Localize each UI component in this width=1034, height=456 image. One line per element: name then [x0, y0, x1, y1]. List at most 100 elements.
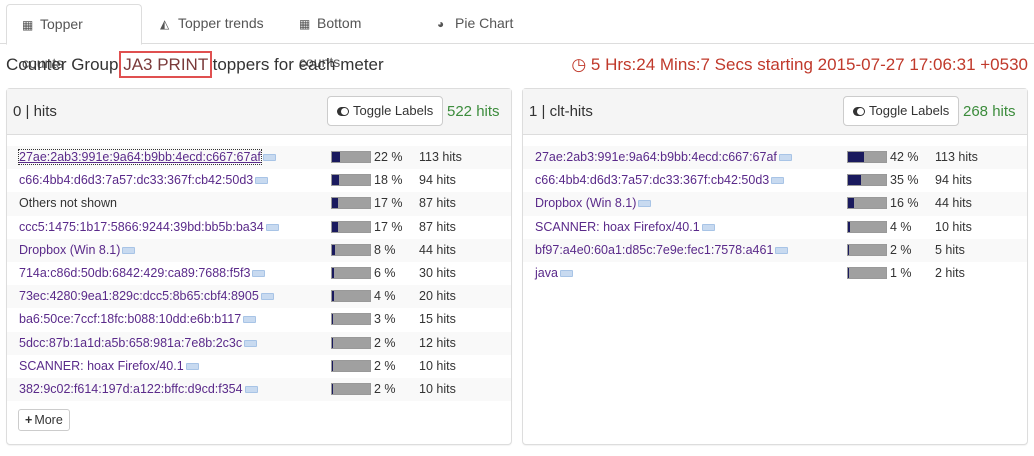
share-bar-fill [332, 314, 334, 325]
topper-row: c66:4bb4:d6d3:7a57:dc33:367f:cb42:50d3 35… [523, 169, 1027, 192]
topper-row: Dropbox (Win 8.1) 16 % 44 hits [523, 192, 1027, 216]
topper-link[interactable]: 714a:c86d:50db:6842:429:ca89:7688:f5f3 [19, 266, 250, 280]
tag-icon[interactable] [779, 154, 792, 161]
share-percent: 18 % [374, 173, 403, 188]
more-label: More [34, 413, 63, 427]
share-percent: 1 % [890, 265, 912, 280]
hit-count: 12 hits [419, 335, 456, 350]
tab-pie-chart[interactable]: ◕ Pie Chart [422, 4, 532, 45]
hit-count: 10 hits [935, 219, 972, 234]
tag-icon[interactable] [775, 246, 788, 254]
meter-panel-clt-hits: 1 | clt-hits Toggle Labels 268 hits 27ae… [522, 88, 1028, 445]
title-row: Counter Group JA3 PRINT toppers for each… [6, 51, 1028, 79]
topper-link[interactable]: 27ae:2ab3:991e:9a64:b9bb:4ecd:c667:67af [535, 150, 777, 164]
topper-label: Others not shown [19, 196, 117, 211]
hit-count: 5 hits [935, 242, 965, 257]
pie-chart-icon: ◕ [437, 17, 445, 31]
topper-link[interactable]: ccc5:1475:1b17:5866:9244:39bd:bb5b:ba34 [19, 220, 264, 234]
share-percent: 2 % [890, 242, 912, 257]
share-bar [847, 174, 887, 187]
tag-icon[interactable] [186, 362, 199, 370]
tag-icon[interactable] [245, 385, 258, 393]
area-chart-icon: ◭ [160, 17, 170, 31]
share-bar [331, 243, 371, 256]
share-percent: 2 % [374, 335, 396, 350]
topper-link[interactable]: c66:4bb4:d6d3:7a57:dc33:367f:cb42:50d3 [19, 173, 253, 187]
tab-topper-trends[interactable]: ◭ Topper trends [145, 4, 281, 45]
title-suffix: toppers for each meter [207, 55, 384, 74]
share-bar [331, 174, 371, 187]
hit-count: 10 hits [419, 381, 456, 396]
hit-count: 87 hits [419, 196, 456, 211]
topper-link[interactable]: c66:4bb4:d6d3:7a57:dc33:367f:cb42:50d3 [535, 173, 769, 187]
share-percent: 4 % [890, 219, 912, 234]
share-bar-fill [332, 152, 341, 162]
tag-icon[interactable] [263, 154, 276, 161]
toggle-labels-button[interactable]: Toggle Labels [843, 96, 960, 126]
share-bar [331, 290, 371, 303]
share-bar-fill [848, 198, 855, 209]
topper-row: SCANNER: hoax Firefox/40.1 4 % 10 hits [523, 216, 1027, 239]
share-bar [847, 243, 887, 256]
table-icon: ▦ [22, 18, 34, 32]
share-bar [331, 382, 371, 395]
tag-icon[interactable] [638, 200, 651, 208]
plus-icon: + [25, 413, 33, 427]
tag-icon[interactable] [252, 269, 265, 277]
hit-count: 2 hits [935, 265, 965, 280]
hit-count: 87 hits [419, 219, 456, 234]
hit-count: 94 hits [935, 173, 972, 188]
timer-text: 5 Hrs:24 Mins:7 Secs starting 2015-07-27… [590, 55, 1028, 74]
topper-link[interactable]: java [535, 266, 558, 280]
share-bar [331, 313, 371, 326]
topper-link[interactable]: SCANNER: hoax Firefox/40.1 [19, 359, 184, 373]
counter-group-name: JA3 PRINT [119, 51, 212, 78]
share-percent: 22 % [374, 150, 403, 164]
tag-icon[interactable] [771, 177, 784, 185]
hit-count: 15 hits [419, 312, 456, 327]
topper-list: 27ae:2ab3:991e:9a64:b9bb:4ecd:c667:67af 4… [523, 135, 1027, 285]
hit-count: 10 hits [419, 358, 456, 373]
share-bar-fill [332, 360, 333, 371]
tab-bottom-counts[interactable]: ▦ Bottom counts [284, 4, 420, 70]
tag-icon[interactable] [261, 293, 274, 301]
hit-count: 44 hits [935, 196, 972, 211]
tag-icon[interactable] [266, 223, 279, 231]
topper-link[interactable]: Dropbox (Win 8.1) [535, 196, 636, 210]
topper-row: java 1 % 2 hits [523, 262, 1027, 285]
topper-link[interactable]: ba6:50ce:7ccf:18fc:b088:10dd:e6b:b117 [19, 312, 241, 326]
tab-topper-counts[interactable]: ▦ Topper counts [6, 4, 142, 71]
panel-total-hits: 268 hits [963, 103, 1016, 120]
toggle-labels-button[interactable]: Toggle Labels [327, 96, 444, 126]
topper-list: 27ae:2ab3:991e:9a64:b9bb:4ecd:c667:67af 2… [7, 135, 511, 402]
share-bar [331, 266, 371, 279]
topper-link[interactable]: bf97:a4e0:60a1:d85c:7e9e:fec1:7578:a461 [535, 243, 773, 257]
share-bar-fill [332, 337, 333, 348]
topper-row: 27ae:2ab3:991e:9a64:b9bb:4ecd:c667:67af 4… [523, 146, 1027, 170]
title-prefix: Counter Group [6, 55, 124, 74]
more-button[interactable]: + More [18, 409, 70, 431]
share-percent: 16 % [890, 196, 919, 211]
share-percent: 17 % [374, 196, 403, 211]
topper-link[interactable]: 5dcc:87b:1a1d:a5b:658:981a:7e8b:2c3c [19, 336, 242, 350]
tag-icon[interactable] [243, 316, 256, 324]
share-bar-fill [332, 244, 336, 255]
topper-link[interactable]: Dropbox (Win 8.1) [19, 243, 120, 257]
share-bar [331, 220, 371, 233]
topper-link[interactable]: 382:9c02:f614:197d:a122:bffc:d9cd:f354 [19, 382, 243, 396]
hit-count: 30 hits [419, 265, 456, 280]
tag-icon[interactable] [122, 246, 135, 254]
toggle-icon [337, 107, 349, 116]
share-bar-fill [848, 152, 864, 162]
tag-icon[interactable] [702, 223, 715, 231]
hit-count: 94 hits [419, 173, 456, 188]
topper-link[interactable]: SCANNER: hoax Firefox/40.1 [535, 220, 700, 234]
tag-icon[interactable] [560, 269, 573, 277]
tag-icon[interactable] [255, 177, 268, 185]
topper-link[interactable]: 27ae:2ab3:991e:9a64:b9bb:4ecd:c667:67af [18, 149, 262, 165]
topper-row: Dropbox (Win 8.1) 8 % 44 hits [7, 238, 511, 262]
topper-link[interactable]: 73ec:4280:9ea1:829c:dcc5:8b65:cbf4:8905 [19, 289, 259, 303]
tag-icon[interactable] [244, 339, 257, 347]
topper-row: bf97:a4e0:60a1:d85c:7e9e:fec1:7578:a461 2… [523, 238, 1027, 262]
share-percent: 3 % [374, 312, 396, 327]
